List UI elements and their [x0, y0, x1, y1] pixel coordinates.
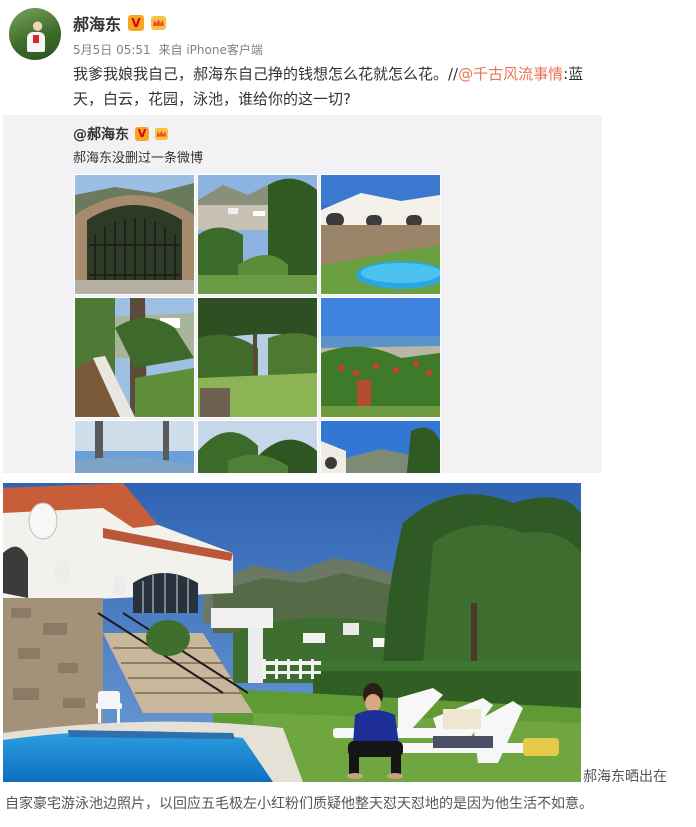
villa-pool-photo — [3, 483, 581, 782]
photo-garden-path[interactable] — [74, 297, 195, 418]
post-timestamp[interactable]: 5月5日 05:51 — [73, 43, 151, 57]
repost-text: 郝海东没删过一条微博 — [73, 151, 204, 166]
post-text: 我爹我娘我自己，郝海东自己挣的钱想怎么花就怎么花。//@千古风流事情:蓝天，白云… — [73, 62, 593, 112]
page: 郝海东 V 5月5日 05:51 来自 iPhone客户端 我爹我娘我自己，郝海… — [0, 0, 696, 827]
photo-pine-trees[interactable] — [197, 420, 318, 473]
photo-pool-house[interactable] — [320, 174, 441, 295]
post-meta: 5月5日 05:51 来自 iPhone客户端 — [73, 41, 263, 58]
photo-hillside-view[interactable] — [197, 174, 318, 295]
caption-line-1: 郝海东晒出在 — [583, 769, 667, 785]
post-text-part1: 我爹我娘我自己，郝海东自己挣的钱想怎么花就怎么花。// — [73, 65, 459, 83]
photo-gate[interactable] — [74, 174, 195, 295]
vip-crown-icon — [150, 15, 167, 31]
photo-sea-view[interactable] — [320, 297, 441, 418]
verified-badge-icon: V — [128, 15, 145, 31]
photo-sky-trees[interactable] — [74, 420, 195, 473]
author-name[interactable]: 郝海东 — [73, 11, 121, 35]
weibo-post-card: 郝海东 V 5月5日 05:51 来自 iPhone客户端 我爹我娘我自己，郝海… — [0, 0, 605, 473]
mention-link[interactable]: @千古风流事情 — [458, 65, 563, 83]
photo-grid — [74, 174, 443, 473]
post-source: 来自 iPhone客户端 — [158, 43, 263, 57]
repost-author-link[interactable]: @郝海东 — [73, 124, 129, 144]
repost-vip-crown-icon — [154, 127, 169, 141]
repost-verified-badge-icon: V — [135, 127, 149, 141]
repost-author-row: @郝海东 V — [73, 124, 169, 144]
repost-block: @郝海东 V 郝海东没删过一条微博 — [3, 115, 602, 473]
caption-line-2: 自家豪宅游泳池边照片，以回应五毛极左小红粉们质疑他整天怼天怼地的是因为他生活不如… — [5, 796, 593, 812]
author-avatar[interactable] — [9, 8, 61, 60]
photo-lawn-trees[interactable] — [197, 297, 318, 418]
author-row: 郝海东 V — [73, 11, 167, 35]
photo-villa-hills[interactable] — [320, 420, 441, 473]
